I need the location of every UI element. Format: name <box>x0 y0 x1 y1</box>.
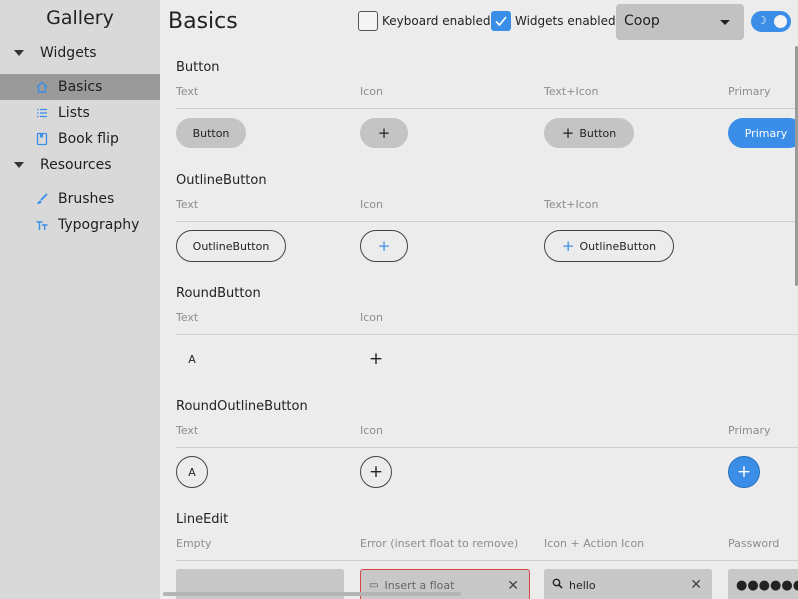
column-label: Password <box>728 537 780 550</box>
divider <box>176 221 798 222</box>
section-title-round-button: RoundButton <box>176 286 261 301</box>
round-icon-button[interactable]: + <box>360 343 392 375</box>
plus-icon: + <box>377 123 391 142</box>
sidebar-item-brushes[interactable]: Brushes <box>0 186 160 212</box>
round-outline-text-button[interactable]: A <box>176 456 208 488</box>
column-label: Icon <box>360 198 383 211</box>
theme-combobox-value: Coop <box>624 13 660 29</box>
sidebar-title: Gallery <box>46 7 114 29</box>
book-icon <box>35 132 49 146</box>
search-icon <box>552 578 563 592</box>
plus-icon: + <box>368 461 384 482</box>
button-label: Button <box>579 126 617 140</box>
outline-text-icon-button[interactable]: + OutlineButton <box>544 230 674 262</box>
horizontal-scrollbar[interactable] <box>163 592 461 596</box>
outline-icon-button[interactable]: + <box>360 230 408 262</box>
sidebar-group-widgets[interactable]: Widgets <box>0 40 160 66</box>
sidebar-item-label: Brushes <box>58 191 115 207</box>
moon-icon: ☽ <box>757 14 767 27</box>
list-icon <box>35 106 49 120</box>
button-label: OutlineButton <box>579 239 657 253</box>
sidebar-group-label: Resources <box>40 157 112 173</box>
divider <box>176 108 798 109</box>
sidebar-item-label: Typography <box>58 217 140 233</box>
dark-mode-switch[interactable]: ☽ <box>751 11 791 32</box>
keyboard-enabled-label: Keyboard enabled <box>382 14 491 28</box>
checkmark-icon <box>495 16 507 27</box>
widgets-enabled-label: Widgets enabled <box>515 14 616 28</box>
section-title-line-edit: LineEdit <box>176 512 229 527</box>
search-line-edit[interactable]: hello ✕ <box>544 569 712 599</box>
round-outline-icon-button[interactable]: + <box>360 456 392 488</box>
plus-icon: + <box>368 348 384 369</box>
section-title-round-outline-button: RoundOutlineButton <box>176 399 308 414</box>
clear-icon[interactable]: ✕ <box>690 577 702 593</box>
button-label: Primary <box>744 126 788 140</box>
home-icon <box>35 80 49 94</box>
search-line-edit-value: hello <box>569 578 596 592</box>
outline-text-button[interactable]: OutlineButton <box>176 230 286 262</box>
sidebar-item-label: Basics <box>58 79 103 95</box>
chevron-down-icon <box>14 50 24 56</box>
plus-icon: + <box>377 236 391 255</box>
column-label: Text+Icon <box>544 85 599 98</box>
page-title: Basics <box>168 9 238 34</box>
sidebar-item-label: Lists <box>58 105 90 121</box>
typography-icon <box>35 218 49 232</box>
text-button[interactable]: Button <box>176 118 246 148</box>
switch-knob <box>774 15 787 28</box>
sidebar-item-label: Book flip <box>58 131 119 147</box>
chevron-down-icon <box>14 162 24 168</box>
divider <box>176 334 798 335</box>
text-icon-button[interactable]: + Button <box>544 118 634 148</box>
button-label: Button <box>192 126 230 140</box>
column-label: Text <box>176 85 199 98</box>
float-line-edit-placeholder: Insert a float <box>384 578 455 592</box>
sidebar-item-basics[interactable]: Basics <box>0 74 160 100</box>
number-input-icon: ▭ <box>369 579 379 591</box>
icon-button[interactable]: + <box>360 118 408 148</box>
password-line-edit[interactable]: ●●●●●●● <box>728 569 798 599</box>
column-label: Primary <box>728 85 771 98</box>
button-label: A <box>188 465 196 479</box>
column-label: Empty <box>176 537 212 550</box>
section-title-outline-button: OutlineButton <box>176 173 267 188</box>
chevron-down-icon <box>720 20 730 25</box>
widgets-enabled-checkbox[interactable] <box>491 11 511 31</box>
sidebar-item-book-flip[interactable]: Book flip <box>0 126 160 152</box>
column-label: Text <box>176 424 199 437</box>
password-value: ●●●●●●● <box>736 577 798 593</box>
column-label: Icon <box>360 85 383 98</box>
column-label: Error (insert float to remove) <box>360 537 519 550</box>
column-label: Text <box>176 198 199 211</box>
sidebar-group-label: Widgets <box>40 45 97 61</box>
round-outline-primary-button[interactable]: + <box>728 456 760 488</box>
plus-icon: + <box>561 123 575 142</box>
button-label: OutlineButton <box>192 239 270 253</box>
keyboard-enabled-checkbox[interactable] <box>358 11 378 31</box>
plus-icon: + <box>561 236 575 255</box>
button-label: A <box>188 352 196 366</box>
sidebar-item-typography[interactable]: Typography <box>0 212 160 238</box>
column-label: Text+Icon <box>544 198 599 211</box>
theme-combobox[interactable]: Coop <box>616 4 744 40</box>
divider <box>176 447 798 448</box>
content-area: Button Text Icon Text+Icon Primary Butto… <box>160 46 798 599</box>
column-label: Icon <box>360 311 383 324</box>
clear-icon[interactable]: ✕ <box>507 578 519 594</box>
sidebar-item-lists[interactable]: Lists <box>0 100 160 126</box>
column-label: Primary <box>728 424 771 437</box>
round-text-button[interactable]: A <box>176 343 208 375</box>
divider <box>176 560 798 561</box>
section-title-button: Button <box>176 60 220 75</box>
column-label: Icon <box>360 424 383 437</box>
column-label: Icon + Action Icon <box>544 537 645 550</box>
plus-icon: + <box>736 461 752 482</box>
brush-icon <box>35 192 49 206</box>
sidebar: Gallery Widgets Basics Lists Book flip R… <box>0 0 160 599</box>
sidebar-group-resources[interactable]: Resources <box>0 152 160 178</box>
column-label: Text <box>176 311 199 324</box>
primary-button[interactable]: Primary <box>728 118 798 148</box>
